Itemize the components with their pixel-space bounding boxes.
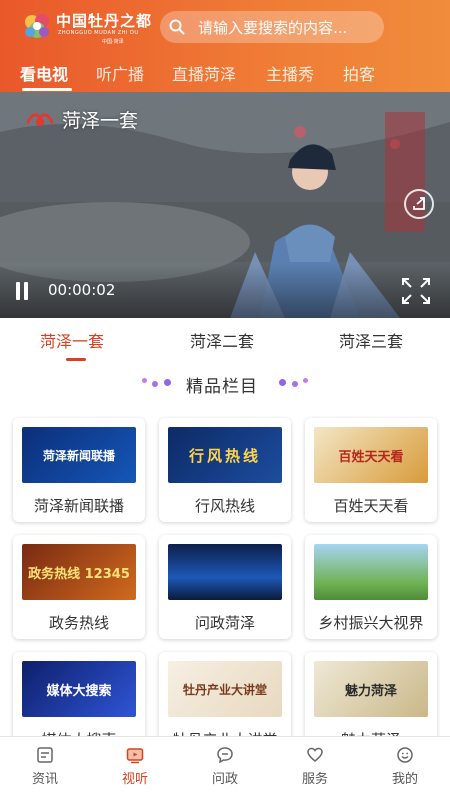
channel-tab-indicator [66,358,86,361]
program-card[interactable]: 乡村振兴大视界 [305,535,437,639]
tab-watch-tv[interactable]: 看电视 [20,61,68,85]
nav-label: 服务 [301,772,328,787]
program-thumbnail: 政务热线 12345 [22,544,136,600]
tab-radio[interactable]: 听广播 [96,61,144,85]
active-tab-indicator [22,88,72,91]
thumbnail-title [314,544,428,600]
logo-subtitle: ZHONGGUO MUDAN ZHI DU [58,30,139,36]
thumbnail-title: 行风热线 [188,446,261,465]
decor-dot [303,378,308,383]
nav-service[interactable]: 服务 [270,737,360,800]
bottom-navigation: 资讯 视听 问政 服务 我的 [0,736,450,800]
heart-icon [307,747,323,762]
decor-dot [152,381,158,387]
app-header: 中国牡丹之都 ZHONGGUO MUDAN ZHI DU 中国·菏泽 请输入要搜… [0,0,450,92]
tab-snapshot[interactable]: 拍客 [343,61,375,85]
logo-title: 中国牡丹之都 [56,12,153,30]
thumbnail-title [168,544,282,600]
thumbnail-title: 媒体大搜索 [46,683,112,699]
program-title: 行风热线 [194,497,255,515]
program-card[interactable]: 政务热线 12345 政务热线 [13,535,145,639]
decor-dot [292,381,298,387]
chat-icon [217,747,233,764]
decor-dot [164,379,171,386]
nav-label: 我的 [391,772,418,787]
peony-logo-icon [25,14,49,38]
program-thumbnail [168,544,282,600]
thumbnail-title: 魅力菏泽 [344,683,397,699]
logo-location: 中国·菏泽 [102,39,124,45]
program-thumbnail: 百姓天天看 [314,427,428,483]
program-title: 政务热线 [48,614,109,632]
program-thumbnail: 牡丹产业大讲堂 [168,661,282,717]
nav-media[interactable]: 视听 [90,737,180,800]
program-title: 菏泽新闻联播 [33,497,124,515]
program-title: 乡村振兴大视界 [318,614,424,632]
top-tab-bar: 看电视 听广播 直播菏泽 主播秀 拍客 [0,58,450,92]
program-title: 问政菏泽 [194,614,255,632]
program-card[interactable]: 菏泽新闻联播 菏泽新闻联播 [13,418,145,522]
fullscreen-icon[interactable] [400,276,432,306]
channel-tab-3[interactable]: 菏泽三套 [339,328,403,352]
program-card[interactable]: 百姓天天看 百姓天天看 [305,418,437,522]
decor-dot [142,378,147,383]
decor-dot [279,379,286,386]
nav-profile[interactable]: 我的 [360,737,450,800]
nav-label: 视听 [121,772,148,787]
search-bar[interactable]: 请输入要搜索的内容... [160,11,384,43]
tab-anchor-show[interactable]: 主播秀 [266,61,314,85]
program-thumbnail: 行风热线 [168,427,282,483]
program-thumbnail: 菏泽新闻联播 [22,427,136,483]
nav-inquiry[interactable]: 问政 [180,737,270,800]
nav-news[interactable]: 资讯 [0,737,90,800]
playback-time: 00:00:02 [48,281,116,299]
program-title: 百姓天天看 [333,497,409,515]
channel-tab-1[interactable]: 菏泽一套 [40,328,104,352]
thumbnail-title: 牡丹产业大讲堂 [182,682,267,697]
user-icon [397,747,413,763]
thumbnail-title: 政务热线 12345 [28,566,130,582]
program-thumbnail: 魅力菏泽 [314,661,428,717]
search-icon [169,19,185,35]
tab-live-heze[interactable]: 直播菏泽 [172,61,236,85]
pause-icon[interactable] [14,282,30,300]
program-card[interactable]: 行风热线 行风热线 [159,418,291,522]
channel-tab-bar: 菏泽一套 菏泽二套 菏泽三套 [0,318,450,362]
search-input[interactable]: 请输入要搜索的内容... [198,17,347,38]
section-title: 精品栏目 [186,377,258,397]
channel-tab-2[interactable]: 菏泽二套 [190,328,254,352]
player-controls: 00:00:02 [0,264,450,318]
app-logo[interactable]: 中国牡丹之都 ZHONGGUO MUDAN ZHI DU 中国·菏泽 [20,8,151,48]
share-button[interactable] [404,189,434,219]
nav-label: 问政 [211,772,238,787]
program-card[interactable]: 问政菏泽 [159,535,291,639]
nav-label: 资讯 [31,772,58,787]
share-icon [413,197,425,210]
video-player[interactable]: 菏泽一套 00:00:02 [0,92,450,318]
program-thumbnail: 媒体大搜索 [22,661,136,717]
news-icon [37,747,53,763]
section-header: 精品栏目 [0,370,450,398]
channel-watermark: 菏泽一套 [62,110,139,132]
thumbnail-title: 菏泽新闻联播 [42,448,115,463]
channel-logo-icon [26,113,54,126]
thumbnail-title: 百姓天天看 [338,449,404,465]
program-thumbnail [314,544,428,600]
tv-icon [126,748,144,764]
